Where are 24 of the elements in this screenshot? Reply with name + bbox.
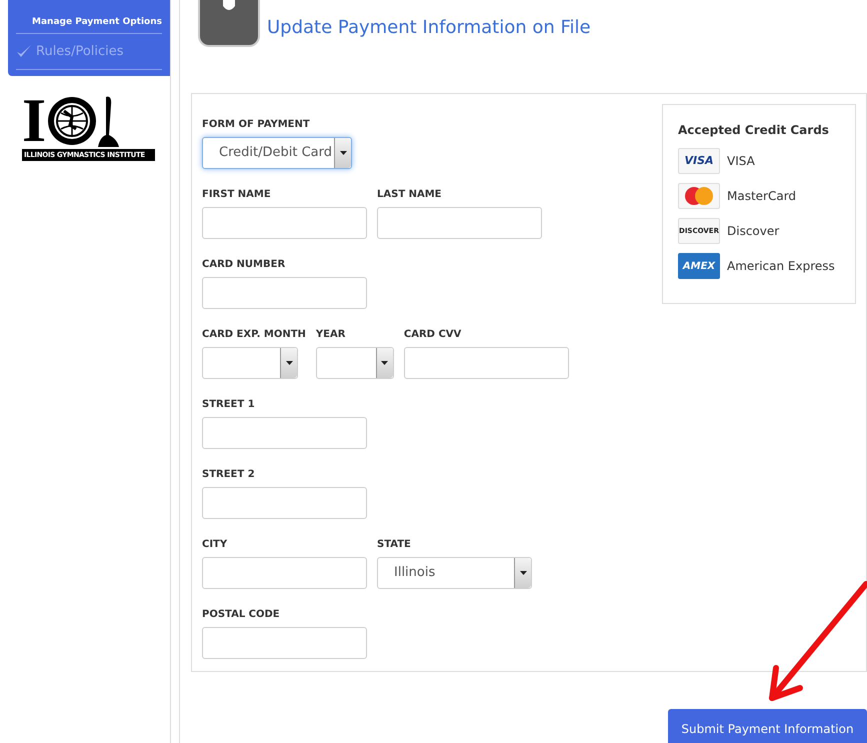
field-label: STREET 2	[202, 468, 256, 482]
field-label: STATE	[377, 538, 412, 552]
select-field[interactable]: Credit/Debit Card	[202, 137, 352, 170]
page-title: Update Payment Information on File	[267, 16, 591, 40]
field-label: LAST NAME	[377, 188, 443, 202]
select-field[interactable]: Illinois	[377, 557, 532, 590]
submit-button[interactable]: Submit Payment Information	[668, 709, 867, 743]
field-label: CARD CVV	[404, 328, 462, 342]
panel-title: Accepted Credit Cards	[678, 122, 830, 140]
card-name: Discover	[727, 223, 780, 240]
card-name: VISA	[727, 153, 755, 170]
field-label: STREET 1	[202, 398, 256, 412]
card-name: American Express	[727, 258, 835, 276]
sidebar-heading: Manage Payment Options	[16, 16, 162, 34]
card-name: MasterCard	[727, 188, 796, 206]
amex-badge-icon: AMEX	[678, 253, 720, 280]
visa-badge-icon: VISA	[678, 148, 720, 174]
field-label: YEAR	[316, 328, 346, 342]
field-label: CARD EXP. MONTH	[202, 328, 306, 342]
field-label: CARD NUMBER	[202, 258, 286, 272]
field-label: FORM OF PAYMENT	[202, 118, 311, 132]
field-label: POSTAL CODE	[202, 608, 281, 622]
field-label: CITY	[202, 538, 228, 552]
field-label: FIRST NAME	[202, 188, 272, 202]
